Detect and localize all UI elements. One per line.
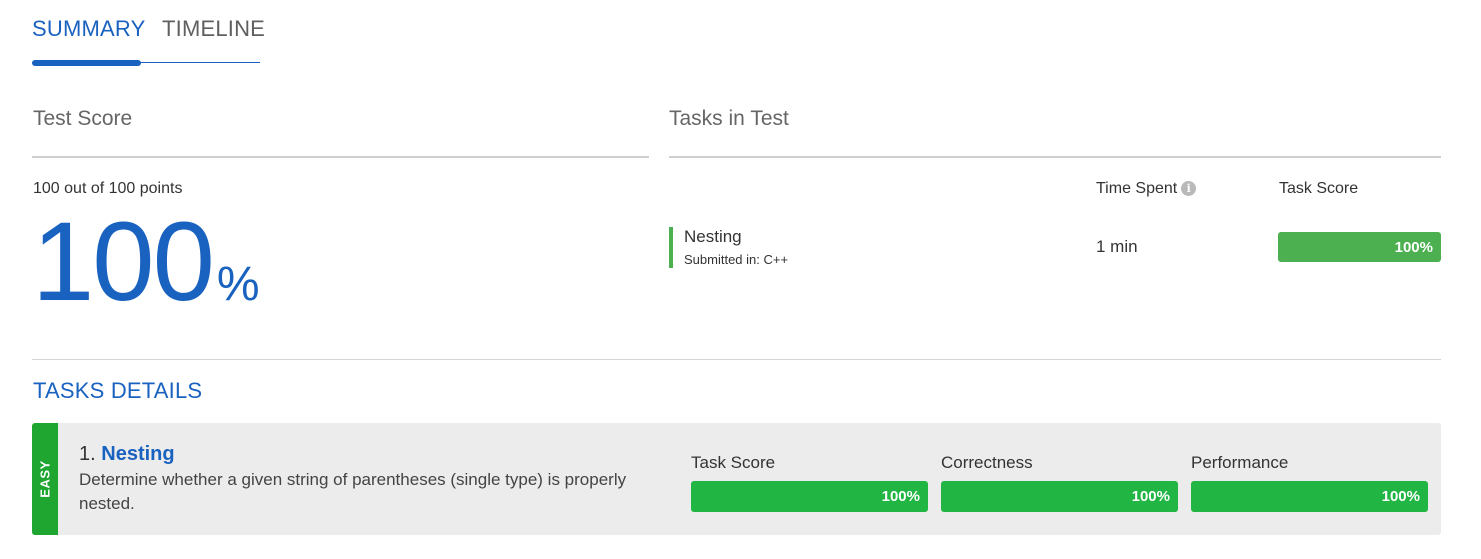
tasks-in-test-rule xyxy=(669,156,1441,158)
difficulty-label: EASY xyxy=(37,460,53,498)
tasks-details-heading: TASKS DETAILS xyxy=(33,378,203,403)
metric-value-performance: 100% xyxy=(1381,488,1420,505)
task-row-time: 1 min xyxy=(1096,237,1138,256)
section-divider xyxy=(32,359,1441,360)
task-detail-number: 1. xyxy=(79,443,96,465)
tab-bar: SUMMARY TIMELINE xyxy=(32,14,265,70)
task-row-name[interactable]: Nesting xyxy=(684,227,742,247)
test-score-heading: Test Score xyxy=(33,107,133,130)
tab-summary[interactable]: SUMMARY xyxy=(32,16,145,42)
percent-score-value: 100 xyxy=(32,199,215,324)
info-icon[interactable]: i xyxy=(1181,181,1197,196)
task-detail-description: Determine whether a given string of pare… xyxy=(79,470,627,513)
difficulty-strip: EASY xyxy=(32,423,58,535)
metric-bar-performance: 100% xyxy=(1191,481,1428,512)
time-spent-header: Time Spent i xyxy=(1096,180,1197,198)
metric-value-task-score: 100% xyxy=(881,488,920,505)
task-score-header: Task Score xyxy=(1279,180,1359,197)
active-tab-indicator xyxy=(32,60,141,66)
task-row-score-bar: 100% xyxy=(1278,232,1441,262)
metric-value-correctness: 100% xyxy=(1131,488,1170,505)
tab-timeline[interactable]: TIMELINE xyxy=(162,16,265,42)
percent-score: 100% xyxy=(32,206,260,318)
task-row-score-text: 100% xyxy=(1394,238,1433,256)
tasks-in-test-heading: Tasks in Test xyxy=(669,107,789,130)
metric-label-correctness: Correctness xyxy=(941,453,1033,472)
metric-label-performance: Performance xyxy=(1191,453,1289,472)
task-detail-card: EASY 1. Nesting Determine whether a give… xyxy=(32,423,1441,535)
percent-sign: % xyxy=(216,258,260,311)
metric-bar-correctness: 100% xyxy=(941,481,1178,512)
task-detail-title: 1. Nesting xyxy=(79,443,175,466)
time-spent-label: Time Spent xyxy=(1096,180,1178,197)
metric-bar-task-score: 100% xyxy=(691,481,928,512)
task-row-language: Submitted in: C++ xyxy=(684,252,789,267)
points-summary: 100 out of 100 points xyxy=(33,180,183,197)
task-row-indicator xyxy=(669,227,673,268)
metric-label-task-score: Task Score xyxy=(691,453,776,472)
task-detail-name-link[interactable]: Nesting xyxy=(101,443,174,465)
test-score-rule xyxy=(32,156,649,158)
